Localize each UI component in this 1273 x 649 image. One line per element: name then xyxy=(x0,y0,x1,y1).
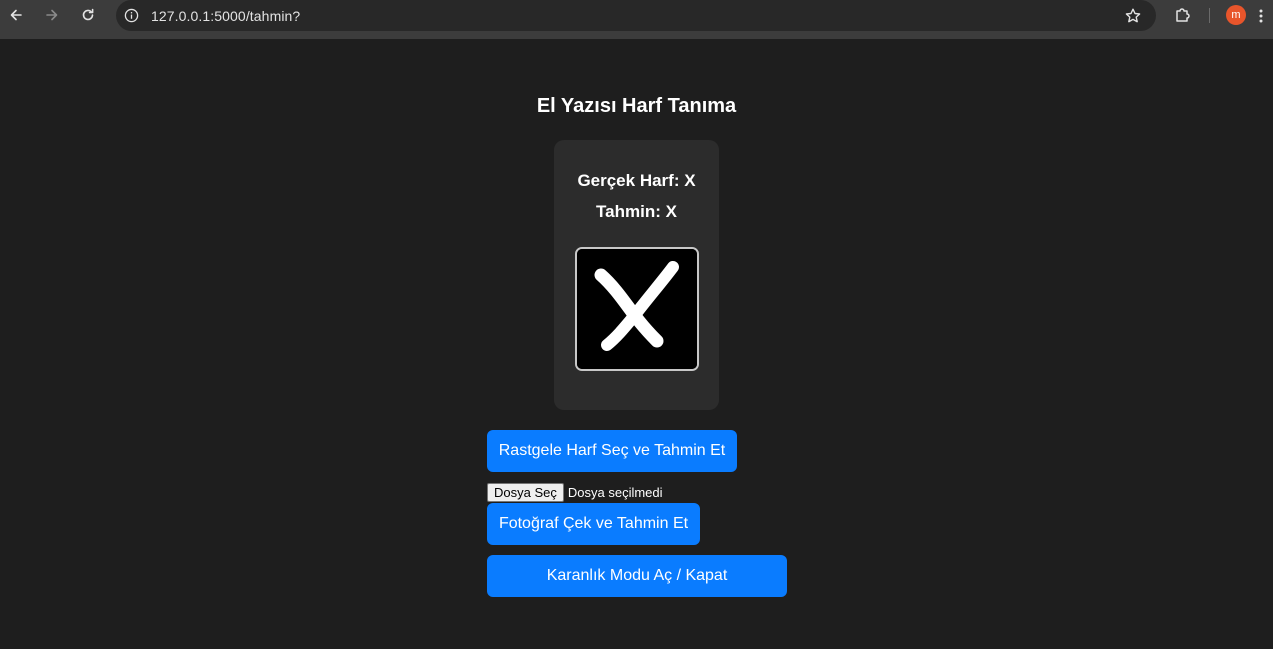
handwritten-x-image xyxy=(577,249,697,369)
file-status-text: Dosya seçilmedi xyxy=(567,485,663,500)
real-letter-label: Gerçek Harf: X xyxy=(577,171,696,190)
back-arrow-icon[interactable] xyxy=(4,3,28,27)
more-menu-icon[interactable] xyxy=(1256,7,1266,25)
profile-avatar[interactable]: m xyxy=(1226,5,1246,25)
browser-toolbar: 127.0.0.1:5000/tahmin? m xyxy=(0,0,1273,31)
dark-mode-toggle-button[interactable]: Karanlık Modu Aç / Kapat xyxy=(487,555,787,597)
letter-image xyxy=(575,247,699,371)
url-text[interactable]: 127.0.0.1:5000/tahmin? xyxy=(151,8,300,24)
address-bar[interactable]: 127.0.0.1:5000/tahmin? xyxy=(116,0,1156,31)
page-title: El Yazısı Harf Tanıma xyxy=(536,95,737,117)
toolbar-bottom-edge xyxy=(0,31,1273,39)
random-letter-predict-button[interactable]: Rastgele Harf Seç ve Tahmin Et xyxy=(487,430,737,472)
extensions-puzzle-icon[interactable] xyxy=(1173,5,1193,25)
bookmark-star-icon[interactable] xyxy=(1124,7,1142,25)
site-info-icon[interactable] xyxy=(123,7,139,23)
take-photo-predict-button[interactable]: Fotoğraf Çek ve Tahmin Et xyxy=(487,503,700,545)
result-card: Gerçek Harf: X Tahmin: X xyxy=(554,140,719,410)
file-input[interactable]: Dosya Seç Dosya seçilmedi xyxy=(487,483,663,502)
prediction-label: Tahmin: X xyxy=(596,202,677,221)
reload-icon[interactable] xyxy=(76,3,100,27)
toolbar-divider xyxy=(1209,8,1210,23)
forward-arrow-icon[interactable] xyxy=(40,3,64,27)
choose-file-button[interactable]: Dosya Seç xyxy=(487,483,564,502)
